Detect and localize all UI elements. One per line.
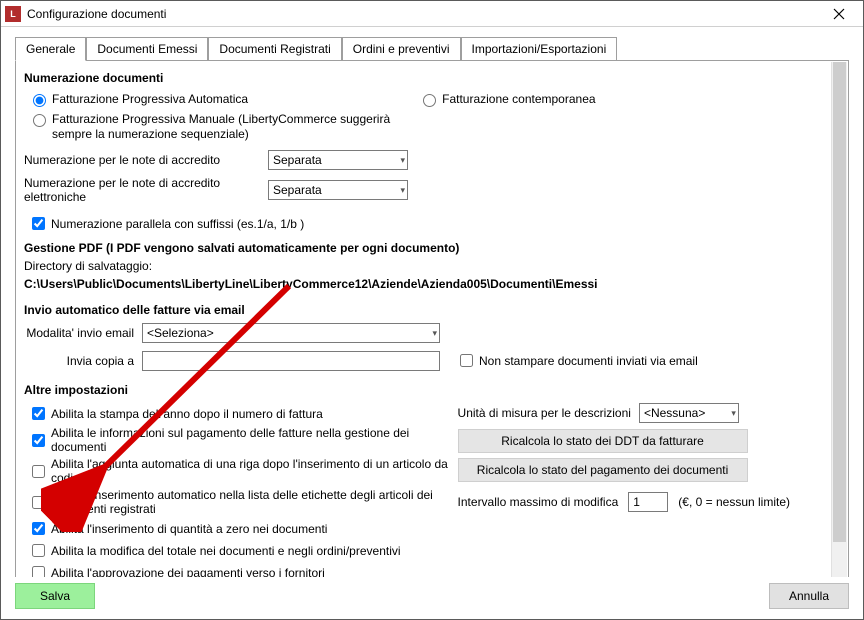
note-accredito-ele-label: Numerazione per le note di accredito ele… bbox=[24, 176, 268, 204]
radio-fatturazione-automatica-label: Fatturazione Progressiva Automatica bbox=[52, 92, 248, 106]
app-icon: L bbox=[5, 6, 21, 22]
group-numerazione-title: Numerazione documenti bbox=[24, 71, 820, 85]
checkbox-aggiunta-automatica-label: Abilita l'aggiunta automatica di una rig… bbox=[51, 457, 458, 485]
checkbox-quantita-zero-label: Abilita l'inserimento di quantità a zero… bbox=[51, 522, 327, 536]
combo-modalita-invio[interactable]: <Seleziona> ▾ bbox=[142, 323, 440, 343]
app-icon-text: L bbox=[10, 9, 16, 19]
pdf-dir-value: C:\Users\Public\Documents\LibertyLine\Li… bbox=[24, 277, 820, 291]
cancel-button[interactable]: Annulla bbox=[769, 583, 849, 609]
checkbox-approvazione-pagamenti-label: Abilita l'approvazione dei pagamenti ver… bbox=[51, 566, 325, 578]
invia-copia-label: Invia copia a bbox=[24, 354, 134, 368]
checkbox-stampa-anno-label: Abilita la stampa dell'anno dopo il nume… bbox=[51, 407, 323, 421]
radio-fatturazione-contemporanea-label: Fatturazione contemporanea bbox=[442, 92, 595, 106]
checkbox-non-stampare[interactable]: Non stampare documenti inviati via email bbox=[456, 351, 698, 370]
checkbox-numerazione-parallela-label: Numerazione parallela con suffissi (es.1… bbox=[51, 217, 304, 231]
combo-unita-misura-value: <Nessuna> bbox=[644, 406, 705, 420]
btn-ricalcola-pagamento[interactable]: Ricalcola lo stato del pagamento dei doc… bbox=[458, 458, 748, 482]
combo-note-accredito-ele-value: Separata bbox=[273, 183, 322, 197]
scrollbar-thumb[interactable] bbox=[833, 62, 846, 542]
checkbox-numerazione-parallela[interactable]: Numerazione parallela con suffissi (es.1… bbox=[28, 214, 820, 233]
pdf-dir-label: Directory di salvataggio: bbox=[24, 259, 820, 273]
checkbox-modifica-totale[interactable]: Abilita la modifica del totale nei docum… bbox=[28, 541, 458, 560]
combo-unita-misura[interactable]: <Nessuna> ▾ bbox=[639, 403, 739, 423]
combo-modalita-invio-value: <Seleziona> bbox=[147, 326, 214, 340]
checkbox-modifica-totale-label: Abilita la modifica del totale nei docum… bbox=[51, 544, 401, 558]
tab-documenti-registrati[interactable]: Documenti Registrati bbox=[208, 37, 341, 60]
combo-note-accredito-elettroniche[interactable]: Separata ▾ bbox=[268, 180, 408, 200]
chevron-down-icon: ▾ bbox=[432, 328, 437, 339]
chevron-down-icon: ▾ bbox=[731, 408, 736, 419]
checkbox-stampa-anno[interactable]: Abilita la stampa dell'anno dopo il nume… bbox=[28, 404, 458, 423]
intervallo-input[interactable] bbox=[628, 492, 668, 512]
tab-documenti-emessi[interactable]: Documenti Emessi bbox=[86, 37, 208, 60]
checkbox-non-stampare-label: Non stampare documenti inviati via email bbox=[479, 354, 698, 368]
group-email-title: Invio automatico delle fatture via email bbox=[24, 303, 820, 317]
chevron-down-icon: ▾ bbox=[400, 185, 405, 196]
intervallo-label: Intervallo massimo di modifica bbox=[458, 495, 619, 509]
btn-ricalcola-ddt[interactable]: Ricalcola lo stato dei DDT da fatturare bbox=[458, 429, 748, 453]
radio-fatturazione-automatica[interactable]: Fatturazione Progressiva Automatica bbox=[28, 91, 248, 107]
group-pdf-title: Gestione PDF (I PDF vengono salvati auto… bbox=[24, 241, 820, 255]
radio-fatturazione-contemporanea[interactable]: Fatturazione contemporanea bbox=[418, 91, 595, 107]
window-title: Configurazione documenti bbox=[27, 7, 166, 21]
radio-fatturazione-manuale[interactable]: Fatturazione Progressiva Manuale (Libert… bbox=[28, 112, 428, 142]
combo-note-accredito[interactable]: Separata ▾ bbox=[268, 150, 408, 170]
modalita-invio-label: Modalita' invio email bbox=[24, 326, 134, 340]
checkbox-inserimento-etichette-label: Abilita l'inserimento automatico nella l… bbox=[51, 488, 458, 516]
checkbox-inserimento-etichette[interactable]: Abilita l'inserimento automatico nella l… bbox=[28, 488, 458, 516]
tab-generale[interactable]: Generale bbox=[15, 37, 86, 61]
combo-note-accredito-value: Separata bbox=[273, 153, 322, 167]
checkbox-quantita-zero[interactable]: Abilita l'inserimento di quantità a zero… bbox=[28, 519, 458, 538]
radio-fatturazione-manuale-label: Fatturazione Progressiva Manuale (Libert… bbox=[52, 112, 428, 142]
checkbox-info-pagamento[interactable]: Abilita le informazioni sul pagamento de… bbox=[28, 426, 458, 454]
invia-copia-input[interactable] bbox=[142, 351, 440, 371]
group-altre-title: Altre impostazioni bbox=[24, 383, 820, 397]
close-icon[interactable] bbox=[819, 2, 859, 26]
scrollbar-track[interactable] bbox=[831, 62, 847, 577]
save-button[interactable]: Salva bbox=[15, 583, 95, 609]
um-label: Unità di misura per le descrizioni bbox=[458, 406, 631, 420]
checkbox-approvazione-pagamenti[interactable]: Abilita l'approvazione dei pagamenti ver… bbox=[28, 563, 458, 577]
tab-importazioni-esportazioni[interactable]: Importazioni/Esportazioni bbox=[461, 37, 618, 60]
tab-ordini-preventivi[interactable]: Ordini e preventivi bbox=[342, 37, 461, 60]
checkbox-aggiunta-automatica[interactable]: Abilita l'aggiunta automatica di una rig… bbox=[28, 457, 458, 485]
tab-panel-generale: Numerazione documenti Fatturazione Progr… bbox=[15, 60, 849, 577]
checkbox-info-pagamento-label: Abilita le informazioni sul pagamento de… bbox=[51, 426, 458, 454]
intervallo-hint: (€, 0 = nessun limite) bbox=[678, 495, 790, 509]
note-accredito-label: Numerazione per le note di accredito bbox=[24, 153, 268, 167]
chevron-down-icon: ▾ bbox=[400, 155, 405, 166]
